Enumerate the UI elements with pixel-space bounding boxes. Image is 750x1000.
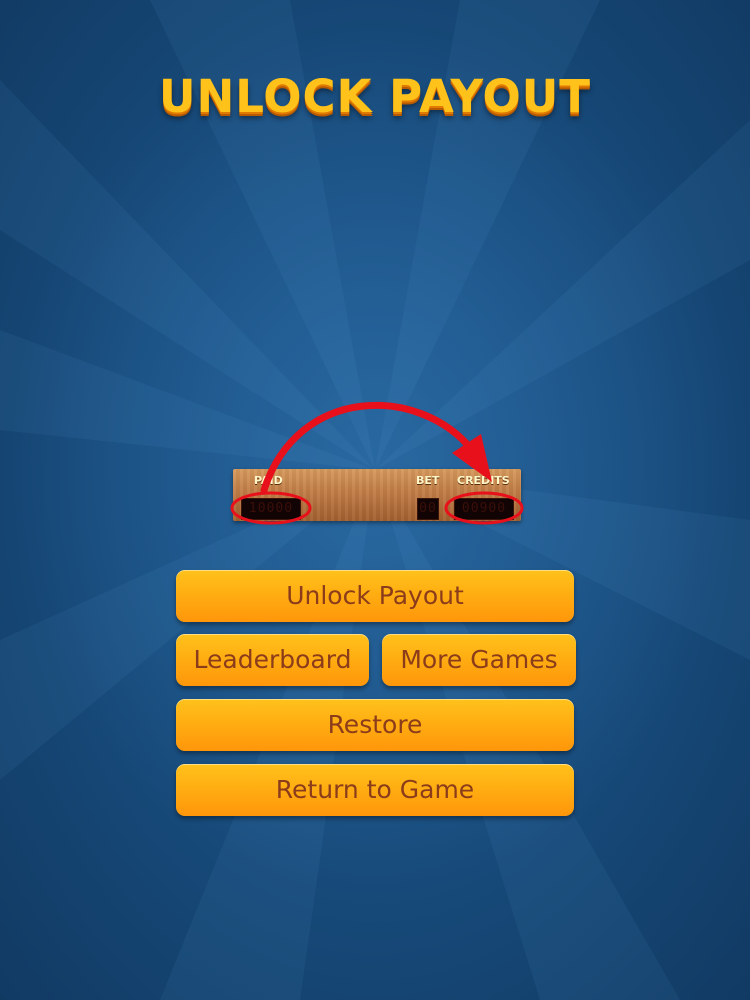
leaderboard-button[interactable]: Leaderboard xyxy=(176,634,369,686)
transfer-arrow xyxy=(260,401,476,494)
annotation-overlay xyxy=(230,401,524,525)
return-to-game-button[interactable]: Return to Game xyxy=(176,764,574,816)
credits-highlight-circle xyxy=(444,491,524,525)
arrow-head-icon xyxy=(452,434,492,482)
paid-highlight-circle xyxy=(230,491,312,525)
more-games-button[interactable]: More Games xyxy=(382,634,576,686)
restore-button[interactable]: Restore xyxy=(176,699,574,751)
unlock-payout-button[interactable]: Unlock Payout xyxy=(176,570,574,622)
